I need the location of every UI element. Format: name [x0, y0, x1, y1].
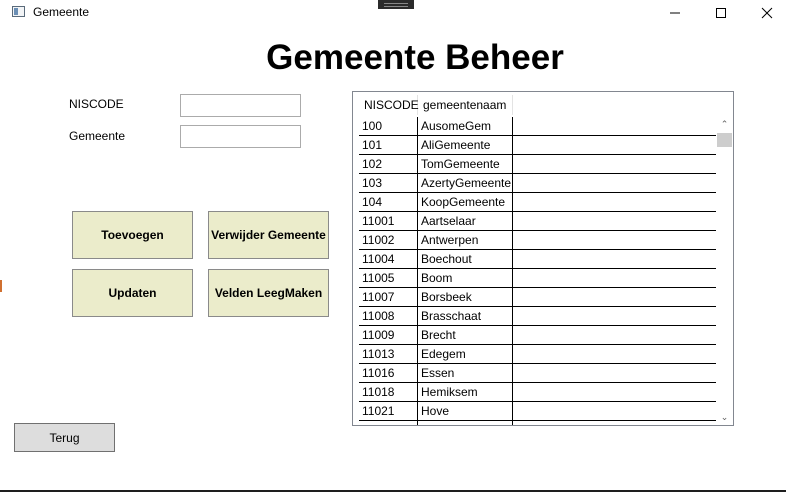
table-row[interactable]: 11007 Borsbeek — [359, 288, 716, 307]
niscode-cell[interactable]: 11022 — [359, 421, 418, 425]
app-window: Gemeente Gemeente Beheer NISCODE Gemeent… — [0, 0, 786, 490]
table-row[interactable]: 11004 Boechout — [359, 250, 716, 269]
table-row[interactable]: 102 TomGemeente — [359, 155, 716, 174]
niscode-cell[interactable]: 11021 — [359, 402, 418, 420]
table-row[interactable]: 11021 Hove — [359, 402, 716, 421]
gemeente-input[interactable] — [180, 125, 301, 148]
clear-fields-button[interactable]: Velden LeegMaken — [208, 269, 329, 317]
minimize-icon — [670, 12, 680, 14]
niscode-input[interactable] — [180, 94, 301, 117]
gemeentenaam-cell[interactable]: TomGemeente — [418, 155, 513, 173]
vertical-scrollbar[interactable]: ⌃ ⌄ — [716, 117, 733, 425]
niscode-label: NISCODE — [69, 97, 124, 111]
scroll-thumb[interactable] — [717, 133, 732, 147]
gemeentenaam-cell[interactable]: Borsbeek — [418, 288, 513, 306]
niscode-cell[interactable]: 104 — [359, 193, 418, 211]
grid-rows: 100 AusomeGem 101 AliGemeente 102 TomGemeente… — [359, 117, 716, 425]
minimize-button[interactable] — [652, 0, 698, 26]
table-row[interactable]: 100 AusomeGem — [359, 117, 716, 136]
table-row[interactable]: 11009 Brecht — [359, 326, 716, 345]
table-row[interactable]: 11022Kalmthout — [359, 421, 716, 425]
edge-marker — [0, 280, 2, 292]
niscode-cell[interactable]: 11016 — [359, 364, 418, 382]
niscode-cell[interactable]: 103 — [359, 174, 418, 192]
table-row[interactable]: 11013 Edegem — [359, 345, 716, 364]
niscode-cell[interactable]: 11005 — [359, 269, 418, 287]
table-row[interactable]: 101 AliGemeente — [359, 136, 716, 155]
window-title: Gemeente — [33, 5, 90, 19]
grip-handle[interactable] — [378, 0, 414, 9]
column-header-gemeentenaam[interactable]: gemeentenaam — [418, 95, 513, 115]
table-row[interactable]: 11002 Antwerpen — [359, 231, 716, 250]
close-button[interactable] — [744, 0, 786, 26]
gemeentenaam-cell[interactable]: Brasschaat — [418, 307, 513, 325]
title-bar[interactable]: Gemeente — [0, 0, 786, 26]
maximize-icon — [716, 8, 726, 18]
page-title: Gemeente Beheer — [266, 38, 564, 77]
gemeentenaam-cell[interactable]: Hemiksem — [418, 383, 513, 401]
niscode-cell[interactable]: 102 — [359, 155, 418, 173]
gemeente-label: Gemeente — [69, 129, 126, 143]
close-icon — [761, 7, 773, 19]
add-button[interactable]: Toevoegen — [72, 211, 193, 259]
column-header-niscode[interactable]: NISCODE — [359, 95, 419, 115]
back-button[interactable]: Terug — [14, 423, 115, 452]
gemeentenaam-cell[interactable]: Antwerpen — [418, 231, 513, 249]
delete-button[interactable]: Verwijder Gemeente — [208, 211, 329, 259]
gemeente-grid[interactable]: NISCODE gemeentenaam 100 AusomeGem 101 AliG… — [352, 91, 734, 426]
chevron-up-icon[interactable]: ⌃ — [716, 117, 733, 132]
gemeentenaam-cell[interactable]: AliGemeente — [418, 136, 513, 154]
gemeentenaam-cell[interactable]: AzertyGemeente — [418, 174, 513, 192]
niscode-cell[interactable]: 11004 — [359, 250, 418, 268]
gemeentenaam-cell[interactable]: Kalmthout — [418, 421, 513, 425]
gemeentenaam-cell[interactable]: Brecht — [418, 326, 513, 344]
grid-header: NISCODE gemeentenaam — [359, 95, 729, 115]
gemeentenaam-cell[interactable]: Edegem — [418, 345, 513, 363]
table-row[interactable]: 11001 Aartselaar — [359, 212, 716, 231]
gemeentenaam-cell[interactable]: AusomeGem — [418, 117, 513, 135]
update-button[interactable]: Updaten — [72, 269, 193, 317]
table-row[interactable]: 11018 Hemiksem — [359, 383, 716, 402]
gemeentenaam-cell[interactable]: Boom — [418, 269, 513, 287]
table-row[interactable]: 103 AzertyGemeente — [359, 174, 716, 193]
table-row[interactable]: 11016 Essen — [359, 364, 716, 383]
gemeentenaam-cell[interactable]: Aartselaar — [418, 212, 513, 230]
gemeentenaam-cell[interactable]: Essen — [418, 364, 513, 382]
niscode-cell[interactable]: 11007 — [359, 288, 418, 306]
table-row[interactable]: 11008 Brasschaat — [359, 307, 716, 326]
table-row[interactable]: 104 KoopGemeente — [359, 193, 716, 212]
niscode-cell[interactable]: 11008 — [359, 307, 418, 325]
niscode-cell[interactable]: 101 — [359, 136, 418, 154]
app-icon — [12, 6, 25, 17]
niscode-cell[interactable]: 11001 — [359, 212, 418, 230]
niscode-cell[interactable]: 11013 — [359, 345, 418, 363]
niscode-cell[interactable]: 11018 — [359, 383, 418, 401]
maximize-button[interactable] — [698, 0, 744, 26]
niscode-cell[interactable]: 11009 — [359, 326, 418, 344]
niscode-cell[interactable]: 100 — [359, 117, 418, 135]
gemeentenaam-cell[interactable]: KoopGemeente — [418, 193, 513, 211]
gemeentenaam-cell[interactable]: Hove — [418, 402, 513, 420]
gemeentenaam-cell[interactable]: Boechout — [418, 250, 513, 268]
chevron-down-icon[interactable]: ⌄ — [716, 410, 733, 425]
table-row[interactable]: 11005 Boom — [359, 269, 716, 288]
niscode-cell[interactable]: 11002 — [359, 231, 418, 249]
